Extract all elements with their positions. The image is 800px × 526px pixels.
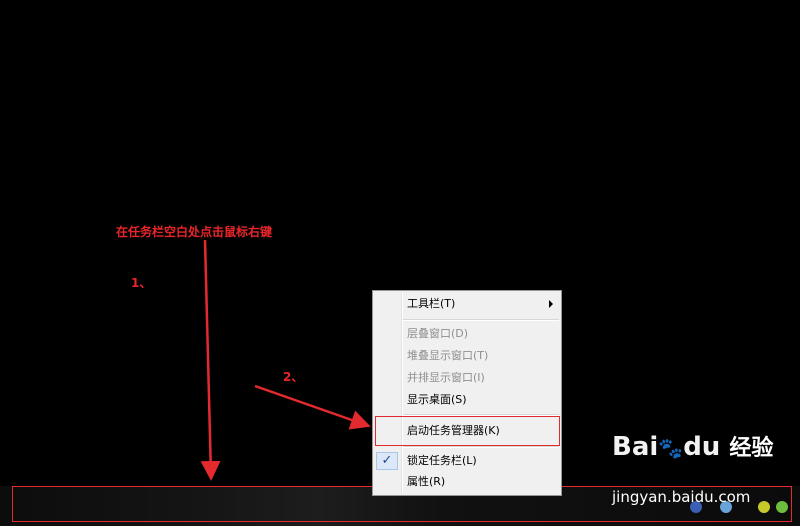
menu-item-label: 锁定任务栏(L) bbox=[407, 454, 477, 467]
arrow-to-task-manager bbox=[254, 384, 371, 430]
menu-item-lock-taskbar[interactable]: ✓ 锁定任务栏(L) bbox=[373, 451, 561, 471]
menu-item-label: 层叠窗口(D) bbox=[407, 327, 469, 340]
menu-item-label: 属性(R) bbox=[407, 475, 446, 488]
step-2-label: 2、 bbox=[283, 370, 304, 384]
annotation-instruction: 在任务栏空白处点击鼠标右键 bbox=[116, 225, 273, 239]
menu-item-label: 并排显示窗口(I) bbox=[407, 371, 485, 384]
baidu-jingyan-watermark: Bai🐾du 经验 jingyan.baidu.com bbox=[612, 430, 774, 506]
task-manager-highlight-box bbox=[375, 416, 560, 446]
baidu-logo: Bai🐾du bbox=[612, 432, 721, 462]
menu-item-side-by-side[interactable]: 并排显示窗口(I) bbox=[373, 368, 561, 388]
submenu-arrow-icon bbox=[549, 300, 553, 308]
menu-item-stack-windows[interactable]: 堆叠显示窗口(T) bbox=[373, 346, 561, 366]
menu-item-label: 显示桌面(S) bbox=[407, 393, 467, 406]
menu-separator bbox=[403, 446, 559, 448]
menu-item-show-desktop[interactable]: 显示桌面(S) bbox=[373, 390, 561, 410]
watermark-url: jingyan.baidu.com bbox=[612, 488, 751, 506]
menu-item-cascade-windows[interactable]: 层叠窗口(D) bbox=[373, 324, 561, 344]
checkmark-icon: ✓ bbox=[376, 452, 398, 470]
menu-item-toolbars[interactable]: 工具栏(T) bbox=[373, 294, 561, 314]
menu-item-label: 工具栏(T) bbox=[407, 297, 456, 310]
step-1-label: 1、 bbox=[131, 276, 152, 290]
arrow-to-taskbar bbox=[200, 239, 221, 481]
menu-separator bbox=[403, 319, 559, 321]
taskbar-context-menu: 工具栏(T) 层叠窗口(D) 堆叠显示窗口(T) 并排显示窗口(I) 显示桌面(… bbox=[372, 290, 562, 496]
paw-icon: 🐾 bbox=[658, 436, 684, 460]
menu-item-label: 堆叠显示窗口(T) bbox=[407, 349, 489, 362]
jingyan-brand: 经验 bbox=[729, 436, 774, 461]
menu-item-properties[interactable]: 属性(R) bbox=[373, 472, 561, 492]
